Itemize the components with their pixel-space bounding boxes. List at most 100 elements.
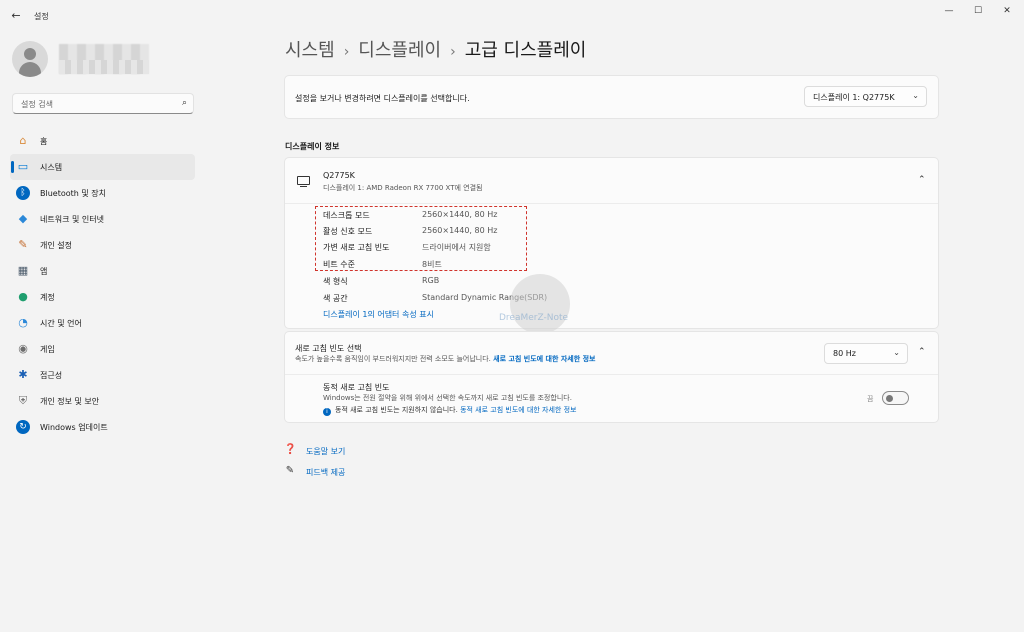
wifi-icon: ◆ [18, 212, 28, 225]
monitor-name: Q2775K [323, 171, 355, 180]
shield-icon: ⛨ [18, 394, 28, 407]
close-icon: ✕ [1003, 6, 1011, 16]
display-select-label: 설정을 보거나 변경하려면 디스플레이를 선택합니다. [295, 94, 470, 103]
breadcrumb-separator: › [343, 44, 350, 60]
back-arrow-icon: ← [11, 9, 21, 22]
display-dropdown-value: 디스플레이 1: Q2775K [813, 93, 895, 102]
sidebar-item-label: 네트워크 및 인터넷 [40, 215, 104, 224]
sidebar-item-accessibility[interactable]: ✱ 접근성 [10, 362, 195, 388]
sidebar-item-home[interactable]: ⌂ 홈 [10, 128, 195, 154]
blurred-user-email [59, 60, 149, 74]
info-key: 색 공간 [323, 294, 348, 303]
chevron-down-icon: ⌄ [912, 91, 919, 100]
dynamic-refresh-note-text: 동적 새로 고침 빈도는 지원하지 않습니다. [335, 406, 458, 414]
sidebar-item-label: 시간 및 언어 [40, 319, 82, 328]
globe-clock-icon: ◔ [18, 316, 28, 329]
sidebar-item-label: 앱 [40, 267, 48, 276]
sidebar-item-label: 개인 설정 [40, 241, 72, 250]
sidebar-item-gaming[interactable]: ◉ 게임 [10, 336, 195, 362]
system-icon: ▭ [17, 160, 29, 173]
avatar [12, 41, 48, 77]
section-title-display-info: 디스플레이 정보 [285, 142, 340, 151]
dynamic-refresh-title: 동적 새로 고침 빈도 [323, 383, 390, 392]
sidebar-nav: ⌂ 홈 ▭ 시스템 ᛒ Bluetooth 및 장치 ◆ 네트워크 및 인터넷 … [10, 128, 195, 440]
dynamic-refresh-toggle[interactable] [882, 391, 909, 405]
chevron-down-icon: ⌄ [893, 348, 900, 357]
info-key: 색 형식 [323, 277, 348, 286]
chevron-up-icon[interactable]: ⌃ [918, 347, 926, 357]
bluetooth-icon: ᛒ [16, 186, 30, 200]
refresh-rate-title: 새로 고침 빈도 선택 [295, 344, 362, 353]
home-icon: ⌂ [19, 134, 27, 147]
refresh-rate-subtitle: 속도가 높을수록 움직임이 부드러워지지만 전력 소모도 늘어납니다. 새로 고… [295, 354, 596, 364]
watermark: DreaMerZ-Note [499, 313, 569, 323]
close-button[interactable]: ✕ [997, 4, 1017, 18]
app-title: 설정 [34, 12, 49, 21]
sidebar-item-bluetooth[interactable]: ᛒ Bluetooth 및 장치 [10, 180, 195, 206]
sidebar-item-label: 접근성 [40, 371, 63, 380]
sidebar-item-label: Bluetooth 및 장치 [40, 189, 107, 198]
dynamic-refresh-description: Windows는 전원 절약을 위해 위에서 선택한 속도까지 새로 고침 빈도… [323, 394, 572, 402]
dynamic-refresh-info-link[interactable]: 동적 새로 고침 빈도에 대한 자세한 정보 [460, 406, 576, 414]
back-button[interactable]: ← [6, 7, 26, 25]
refresh-rate-card: 새로 고침 빈도 선택 속도가 높을수록 움직임이 부드러워지지만 전력 소모도… [284, 331, 939, 423]
info-icon: i [323, 408, 331, 416]
apps-icon: ▦ [17, 264, 29, 277]
search-placeholder: 설정 검색 [21, 100, 53, 109]
sidebar-item-accounts[interactable]: ● 계정 [10, 284, 195, 310]
refresh-rate-info-link[interactable]: 새로 고침 빈도에 대한 자세한 정보 [493, 355, 595, 363]
breadcrumb-system[interactable]: 시스템 [285, 36, 335, 62]
maximize-button[interactable]: ☐ [968, 4, 988, 18]
sidebar-item-label: 시스템 [40, 163, 63, 172]
sidebar-item-label: 게임 [40, 345, 55, 354]
dynamic-refresh-note: i 동적 새로 고침 빈도는 지원하지 않습니다. 동적 새로 고침 빈도에 대한… [323, 405, 576, 416]
refresh-rate-dropdown[interactable]: 80 Hz ⌄ [824, 343, 908, 364]
minimize-button[interactable]: — [939, 4, 959, 18]
breadcrumb: 시스템 › 디스플레이 › 고급 디스플레이 [285, 36, 586, 62]
accessibility-icon: ✱ [18, 368, 28, 381]
refresh-rate-description: 속도가 높을수록 움직임이 부드러워지지만 전력 소모도 늘어납니다. [295, 355, 491, 363]
sidebar-item-time-language[interactable]: ◔ 시간 및 언어 [10, 310, 195, 336]
refresh-rate-value: 80 Hz [833, 349, 856, 358]
brush-icon: ✎ [18, 238, 28, 251]
search-input[interactable]: 설정 검색 ⌕ [12, 93, 194, 114]
divider [285, 203, 938, 204]
sidebar-item-personalization[interactable]: ✎ 개인 설정 [10, 232, 195, 258]
display-select-card: 설정을 보거나 변경하려면 디스플레이를 선택합니다. 디스플레이 1: Q27… [284, 75, 939, 119]
update-icon: ↻ [16, 420, 30, 434]
sidebar-item-label: 계정 [40, 293, 55, 302]
sidebar-item-label: 홈 [40, 137, 48, 146]
help-icon: ❓ [284, 444, 297, 455]
info-value: RGB [422, 276, 440, 285]
maximize-icon: ☐ [973, 6, 983, 16]
search-icon: ⌕ [181, 98, 187, 108]
sidebar-item-network[interactable]: ◆ 네트워크 및 인터넷 [10, 206, 195, 232]
feedback-link-label: 피드백 제공 [306, 468, 346, 477]
chevron-up-icon[interactable]: ⌃ [918, 175, 926, 185]
display-info-card: Q2775K 디스플레이 1: AMD Radeon RX 7700 XT에 연… [284, 157, 939, 334]
divider [285, 374, 938, 375]
sidebar-item-label: Windows 업데이트 [40, 423, 108, 432]
minimize-icon: — [944, 6, 954, 16]
page-title: 고급 디스플레이 [464, 40, 587, 61]
toggle-knob [886, 395, 893, 402]
adapter-properties-link[interactable]: 디스플레이 1의 어댑터 속성 표시 [323, 309, 434, 320]
breadcrumb-display[interactable]: 디스플레이 [358, 36, 441, 62]
gamepad-icon: ◉ [18, 342, 28, 355]
breadcrumb-separator: › [450, 44, 456, 60]
sidebar-item-windows-update[interactable]: ↻ Windows 업데이트 [10, 414, 195, 440]
title-bar: ← 설정 — ☐ ✕ [0, 0, 1024, 32]
touch-indicator [510, 274, 570, 334]
highlight-annotation-box [315, 206, 527, 271]
toggle-state-label: 끔 [867, 395, 874, 403]
display-dropdown[interactable]: 디스플레이 1: Q2775K ⌄ [804, 86, 927, 107]
sidebar-item-system[interactable]: ▭ 시스템 [10, 154, 195, 180]
sidebar-item-privacy[interactable]: ⛨ 개인 정보 및 보안 [10, 388, 195, 414]
help-link-label: 도움말 보기 [306, 447, 346, 456]
monitor-icon [297, 176, 310, 188]
sidebar-item-apps[interactable]: ▦ 앱 [10, 258, 195, 284]
feedback-icon: ✎ [285, 465, 295, 476]
monitor-connection: 디스플레이 1: AMD Radeon RX 7700 XT에 연결됨 [323, 184, 483, 192]
account-icon: ● [18, 290, 28, 303]
sidebar-item-label: 개인 정보 및 보안 [40, 397, 100, 406]
